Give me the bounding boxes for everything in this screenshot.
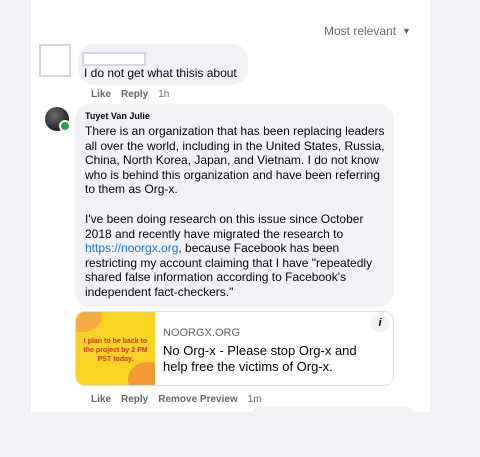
comment-actions: Like Reply 1h (91, 89, 169, 100)
like-button[interactable]: Like (91, 394, 111, 405)
link-preview-title[interactable]: No Org-x - Please stop Org-x and help fr… (163, 343, 383, 375)
comment-text: I do not get what thisis about (84, 66, 237, 80)
comment-bubble: Tuyet Van Julie There is an organization… (75, 104, 394, 307)
thumbnail-decoration (76, 312, 102, 332)
reply-button[interactable]: Reply (121, 89, 148, 100)
info-icon[interactable]: i (371, 314, 389, 332)
page-background (0, 412, 480, 457)
comment-timestamp[interactable]: 1h (158, 89, 169, 100)
link-preview-card[interactable]: I plan to be back to the project by 2 PM… (75, 311, 394, 386)
link-preview-domain: NOORGX.ORG (163, 327, 241, 339)
comment-author-name[interactable]: Tuyet Van Julie (85, 111, 150, 121)
reply-button[interactable]: Reply (121, 394, 148, 405)
comment-link[interactable]: https://noorgx.org (85, 241, 178, 255)
comments-panel: Most relevant ▼ I do not get what thisis… (31, 0, 430, 412)
comment-timestamp[interactable]: 1m (248, 394, 262, 405)
avatar[interactable] (39, 44, 71, 77)
remove-preview-button[interactable]: Remove Preview (158, 394, 238, 405)
chevron-down-icon: ▼ (402, 26, 411, 36)
link-preview-thumbnail[interactable]: I plan to be back to the project by 2 PM… (76, 312, 155, 385)
comment-author-name[interactable] (82, 52, 146, 66)
sort-label: Most relevant (324, 24, 397, 38)
thumbnail-text: I plan to be back to the project by 2 PM… (83, 338, 148, 363)
comment-paragraph: There is an organization that has been r… (85, 124, 385, 197)
like-button[interactable]: Like (91, 89, 111, 100)
comment-bubble: I do not get what thisis about (78, 44, 248, 85)
paragraph-text: I've been doing research on this issue s… (85, 212, 364, 241)
comment-paragraph: I've been doing research on this issue s… (85, 212, 390, 300)
avatar[interactable] (45, 107, 71, 132)
online-status-icon (59, 120, 71, 132)
sort-dropdown[interactable]: Most relevant ▼ (324, 24, 411, 38)
comment-actions: Like Reply Remove Preview 1m (91, 394, 262, 405)
thumbnail-decoration (128, 362, 155, 385)
